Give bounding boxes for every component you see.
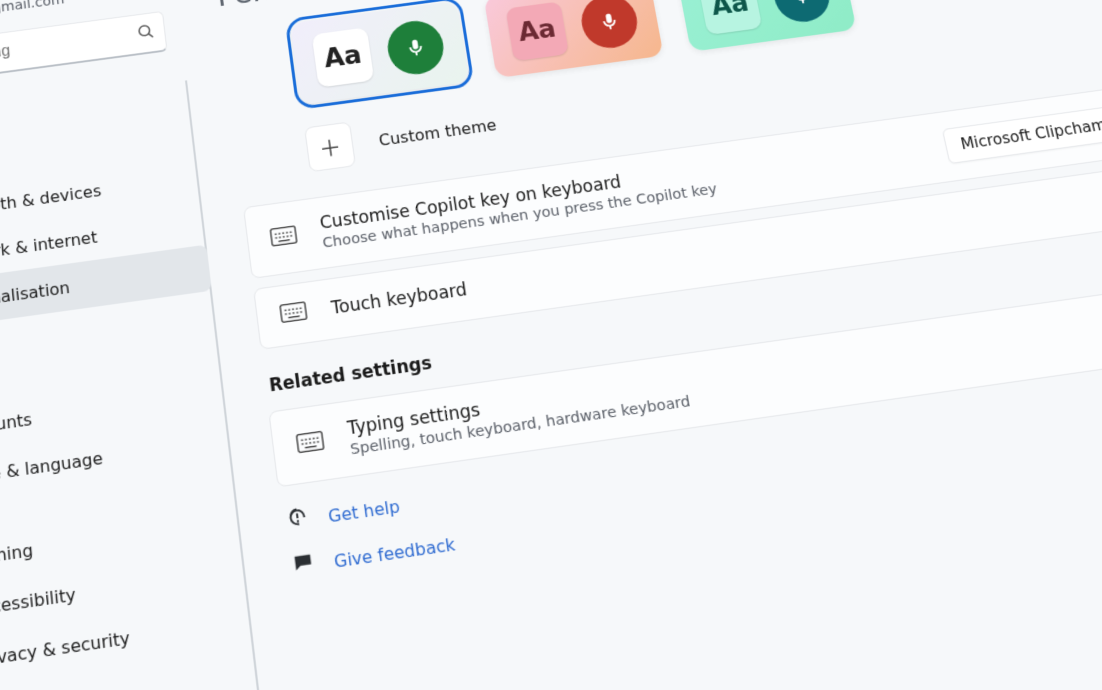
keyboard-icon (295, 429, 326, 460)
feedback-icon (290, 550, 317, 582)
plus-icon[interactable]: ＋ (304, 121, 356, 172)
aa-tile-icon: Aa (505, 1, 569, 61)
sidebar-item-label: Time & language (0, 448, 104, 488)
aa-tile-icon: Aa (312, 27, 375, 87)
touch-title: Touch keyboard (330, 280, 468, 319)
keyboard-icon (269, 223, 299, 252)
search-input[interactable] (0, 25, 138, 74)
sidebar-item-label: Gaming (0, 539, 34, 569)
custom-theme-label: Custom theme (378, 115, 498, 149)
sidebar-item-label: Accounts (0, 409, 33, 440)
get-help-label: Get help (327, 496, 401, 527)
theme-option-2[interactable]: Aa (484, 0, 664, 78)
theme-option-3[interactable]: Aa (676, 0, 857, 52)
search-icon (135, 22, 155, 45)
sidebar-item-label: Privacy & security (0, 627, 131, 671)
sidebar-item-label: Accessibility (0, 584, 77, 620)
mic-tile-icon (769, 0, 834, 25)
mic-tile-icon (578, 0, 642, 51)
keyboard-icon (279, 299, 309, 329)
main-content: Personalisation › Text input Aa Aa (174, 0, 1102, 690)
give-feedback-label: Give feedback (333, 534, 457, 572)
mic-tile-icon (384, 18, 447, 78)
aa-tile-icon: Aa (698, 0, 763, 35)
sidebar-item-label: Personalisation (0, 277, 71, 313)
help-icon (285, 505, 312, 536)
theme-option-1[interactable]: Aa (290, 1, 469, 105)
copilot-value-dropdown[interactable]: Microsoft Clipchamp (942, 104, 1102, 164)
